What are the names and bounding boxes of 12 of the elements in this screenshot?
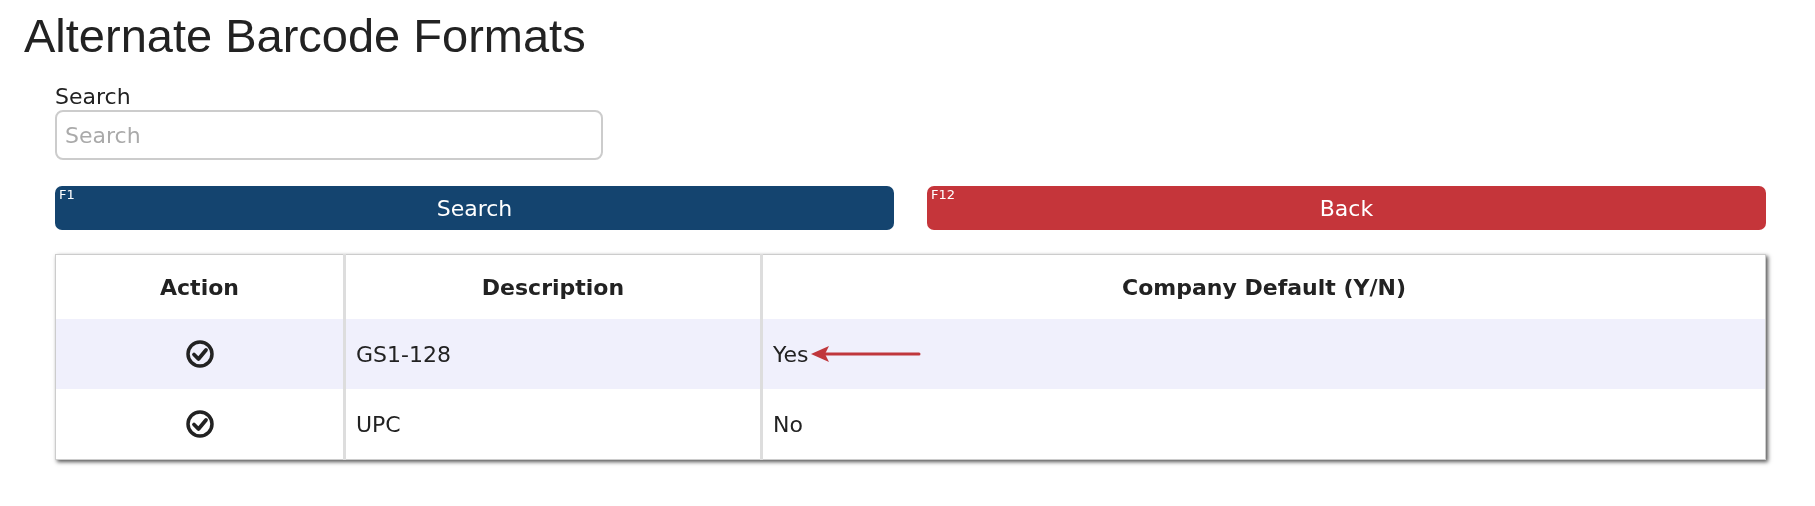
check-circle-icon[interactable] <box>184 339 215 369</box>
table-cell: No <box>773 411 803 437</box>
table-cell: Yes <box>773 341 809 367</box>
table-cell: UPC <box>356 411 401 437</box>
table-cell: GS1-128 <box>356 341 451 367</box>
search-button[interactable]: F1 Search <box>55 186 894 230</box>
back-button[interactable]: F12 Back <box>927 186 1766 230</box>
column-header: Company Default (Y/N) <box>761 254 1766 319</box>
check-circle-icon[interactable] <box>184 409 215 439</box>
search-label: Search <box>55 84 132 110</box>
page-title: Alternate Barcode Formats <box>24 8 587 64</box>
search-field[interactable]: Search <box>55 110 603 160</box>
